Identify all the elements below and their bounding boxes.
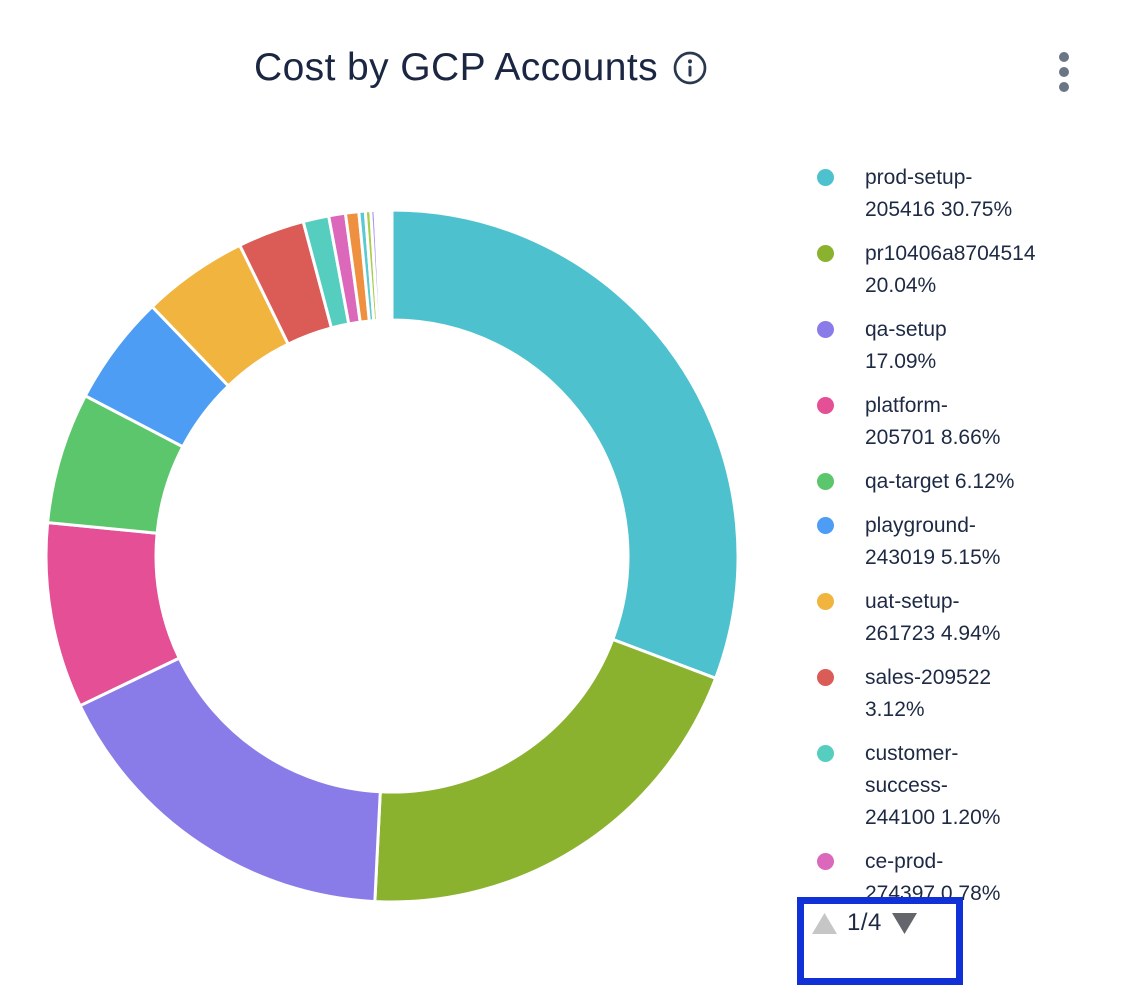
legend-page-up-button[interactable]	[811, 912, 838, 935]
legend: prod-setup-205416 30.75% pr10406a87045142…	[817, 162, 1130, 910]
legend-item-platform-205701[interactable]: platform-205701 8.66%	[817, 390, 1130, 454]
legend-label: playground-243019 5.15%	[865, 510, 1000, 574]
triangle-down-icon	[891, 912, 918, 935]
legend-item-qa-target[interactable]: qa-target 6.12%	[817, 466, 1130, 498]
legend-color-dot	[817, 669, 834, 686]
legend-color-dot	[817, 593, 834, 610]
legend-color-dot	[817, 397, 834, 414]
legend-page-indicator: 1/4	[847, 909, 882, 937]
legend-label: customer-success-244100 1.20%	[865, 738, 1000, 834]
legend-item-qa-setup[interactable]: qa-setup17.09%	[817, 314, 1130, 378]
legend-item-pr10406a8704514[interactable]: pr10406a870451420.04%	[817, 238, 1130, 302]
legend-page-down-button[interactable]	[891, 912, 918, 935]
legend-item-customer-success-244100[interactable]: customer-success-244100 1.20%	[817, 738, 1130, 834]
legend-color-dot	[817, 321, 834, 338]
legend-item-playground-243019[interactable]: playground-243019 5.15%	[817, 510, 1130, 574]
pie-slice-pr10406a8704514[interactable]	[375, 639, 716, 902]
legend-label: qa-setup17.09%	[865, 314, 947, 378]
legend-label: uat-setup-261723 4.94%	[865, 586, 1000, 650]
legend-color-dot	[817, 169, 834, 186]
legend-color-dot	[817, 517, 834, 534]
legend-color-dot	[817, 853, 834, 870]
legend-color-dot	[817, 745, 834, 762]
legend-item-sales-209522[interactable]: sales-2095223.12%	[817, 662, 1130, 726]
pie-slice-unlabeled[interactable]	[391, 210, 392, 320]
legend-item-prod-setup-205416[interactable]: prod-setup-205416 30.75%	[817, 162, 1130, 226]
legend-pagination: 1/4	[804, 904, 956, 937]
legend-label: platform-205701 8.66%	[865, 390, 1000, 454]
pie-slice-qa-setup[interactable]	[80, 658, 380, 901]
legend-label: qa-target 6.12%	[865, 466, 1014, 498]
legend-label: prod-setup-205416 30.75%	[865, 162, 1012, 226]
legend-label: sales-2095223.12%	[865, 662, 991, 726]
triangle-up-icon	[811, 912, 838, 935]
cost-by-gcp-accounts-widget: Cost by GCP Accounts prod-setup-205416 3…	[0, 0, 1130, 1006]
legend-label: pr10406a870451420.04%	[865, 238, 1036, 302]
legend-color-dot	[817, 245, 834, 262]
pie-slice-prod-setup-205416[interactable]	[392, 210, 738, 678]
highlight-box: 1/4	[797, 897, 963, 985]
legend-color-dot	[817, 473, 834, 490]
legend-item-uat-setup-261723[interactable]: uat-setup-261723 4.94%	[817, 586, 1130, 650]
